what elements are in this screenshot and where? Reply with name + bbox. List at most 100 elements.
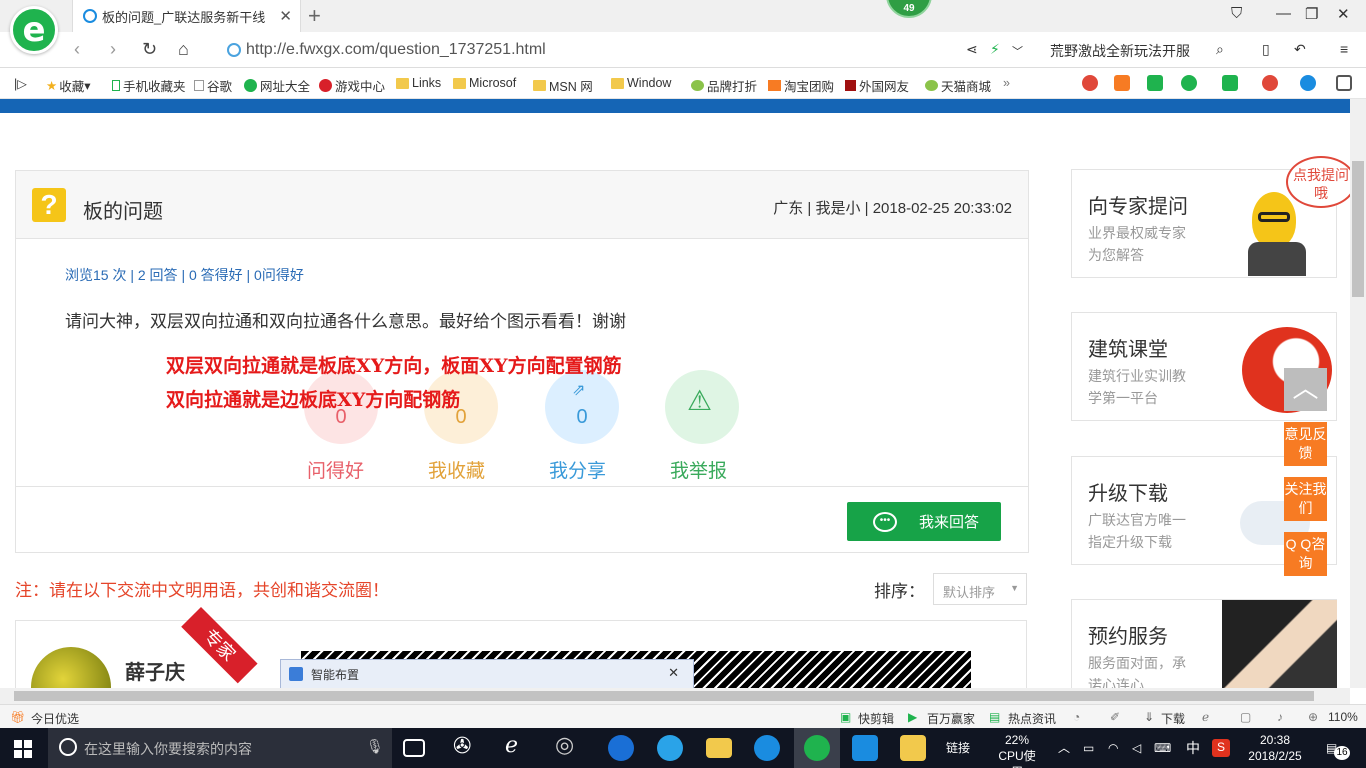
bookmark-google[interactable]: 谷歌 (194, 76, 232, 95)
hot-news-link[interactable]: 热点资讯 (1008, 710, 1056, 727)
report-button[interactable]: ⚠ (665, 370, 739, 444)
qq-consult-button[interactable]: Q Q咨询 (1284, 532, 1327, 576)
volume-icon[interactable]: ◁ (1132, 740, 1141, 756)
bookmark-links[interactable]: Links (396, 76, 441, 90)
million-winner-link[interactable]: 百万赢家 (927, 710, 975, 727)
sogou-ime-icon[interactable]: S (1212, 739, 1230, 757)
download-link[interactable]: 下载 (1161, 710, 1185, 727)
close-tab-icon[interactable]: ✕ (279, 7, 292, 25)
share-label[interactable]: 我分享 (549, 456, 606, 483)
vertical-scrollbar[interactable] (1350, 99, 1366, 688)
horizontal-scrollbar[interactable] (0, 688, 1350, 704)
ie-app-icon[interactable] (657, 735, 683, 761)
swirl-app-icon[interactable]: ◎ (555, 732, 581, 758)
task-view-icon[interactable] (403, 739, 425, 757)
feedback-button[interactable]: 意见反馈 (1284, 422, 1327, 466)
undo-icon[interactable]: ↶ (1294, 41, 1306, 58)
speed-bolt-icon[interactable]: ⚡ (990, 41, 1000, 58)
360-browser-app-icon[interactable] (804, 735, 830, 761)
pin-icon[interactable]: ✐ (1110, 710, 1120, 724)
shirt-skin-icon[interactable]: ⛉ (1231, 5, 1242, 22)
quick-edit-link[interactable]: 快剪辑 (858, 710, 894, 727)
back-to-top-button[interactable]: ︿ (1284, 368, 1327, 411)
share-icon[interactable]: ⋖ (966, 41, 978, 58)
avatar[interactable] (31, 647, 111, 688)
follow-us-button[interactable]: 关注我们 (1284, 477, 1327, 521)
bookmark-favorites[interactable]: ★ 收藏 ▾ (46, 76, 91, 95)
menu-icon[interactable]: ≡ (1340, 41, 1348, 57)
answerer-name[interactable]: 薛子庆 (125, 656, 185, 685)
apps-grid-icon[interactable] (1336, 75, 1352, 91)
windows-start-icon[interactable] (14, 740, 32, 758)
extension-red-icon[interactable] (1082, 75, 1098, 91)
restore-button[interactable]: ❐ (1305, 5, 1318, 23)
sidebar-card-appointment[interactable]: 预约服务 服务面对面，承 诺心连心 (1071, 599, 1337, 688)
bookmark-microsoft[interactable]: Microsof (453, 76, 516, 90)
ask-me-bubble[interactable]: 点我提问哦 (1286, 156, 1350, 208)
taskbar-search-box[interactable]: 在这里输入你要搜索的内容 🎙︎ (48, 728, 392, 768)
window-icon[interactable]: ▢ (1240, 710, 1251, 724)
sidebar-toggle-icon[interactable]: |▷ (14, 76, 27, 91)
more-bookmarks-icon[interactable]: » (1003, 76, 1010, 90)
pinwheel-app-icon[interactable]: ✇ (453, 733, 479, 759)
minimize-button[interactable]: — (1276, 5, 1291, 22)
browser-e-app-icon[interactable]: ℯ (505, 732, 531, 758)
sidebar-card-ask-expert[interactable]: 向专家提问 业界最权威专家 为您解答 点我提问哦 (1071, 156, 1350, 278)
report-label[interactable]: 我举报 (670, 456, 727, 483)
ie-mode-icon[interactable]: ℯ (1202, 710, 1209, 724)
speed-icon[interactable]: ◔ (1073, 710, 1080, 724)
file-explorer-icon[interactable] (706, 738, 732, 758)
glodon-app-icon[interactable] (754, 735, 780, 761)
bookmark-mobile[interactable]: 手机收藏夹 (112, 76, 186, 95)
horizontal-scroll-thumb[interactable] (14, 691, 1314, 701)
favorite-label[interactable]: 我收藏 (428, 456, 485, 483)
new-tab-button[interactable]: + (308, 3, 321, 29)
url-field[interactable]: http://e.fwxgx.com/question_1737251.html (222, 37, 1030, 63)
sort-select[interactable]: 默认排序 ▼ (933, 573, 1027, 605)
bookmark-taobao[interactable]: 淘宝团购 (768, 76, 834, 95)
forward-button[interactable]: › (110, 39, 116, 60)
battery-icon[interactable]: ▭ (1083, 740, 1094, 756)
like-label[interactable]: 问得好 (307, 456, 364, 483)
edge-app-icon[interactable] (608, 735, 634, 761)
close-window-button[interactable]: ✕ (1337, 5, 1350, 23)
answer-button[interactable]: ••• 我来回答 (847, 502, 1001, 541)
news-ticker[interactable]: 荒野激战全新玩法开服 (1050, 41, 1190, 61)
bookmark-foreign-netizens[interactable]: 外国网友 (845, 76, 909, 95)
translate-extension-icon[interactable] (1222, 75, 1238, 91)
book-extension-icon[interactable] (1147, 75, 1163, 91)
bookmark-game-center[interactable]: 游戏中心 (319, 76, 385, 95)
keyboard-icon[interactable]: ⌨ (1154, 740, 1171, 756)
browser-tab[interactable]: 板的问题_广联达服务新干线 ✕ (72, 0, 301, 32)
chevron-down-icon[interactable]: ﹀ (1012, 43, 1023, 59)
notification-badge[interactable]: 49 (886, 0, 932, 18)
notes-app-icon[interactable] (900, 735, 926, 761)
bookmark-tmall[interactable]: 天猫商城 (925, 76, 991, 95)
zoom-level[interactable]: 110% (1328, 710, 1358, 724)
ime-indicator[interactable]: 中 (1186, 740, 1200, 756)
daily-picks-link[interactable]: 今日优选 (31, 710, 79, 727)
back-button[interactable]: ‹ (74, 39, 80, 60)
links-toolbar-label[interactable]: 链接 (946, 740, 970, 756)
discount-extension-icon[interactable] (1114, 75, 1130, 91)
mobile-icon[interactable]: ▯ (1262, 41, 1270, 58)
shield-extension-icon[interactable] (1181, 75, 1197, 91)
magnifier-extension-icon[interactable] (1300, 75, 1316, 91)
bookmark-windows[interactable]: Window (611, 76, 671, 90)
microphone-icon[interactable]: 🎙︎ (366, 738, 384, 755)
browser-logo-icon[interactable]: e (10, 6, 58, 54)
share-button[interactable]: ⇗ 0 (545, 370, 619, 444)
clock[interactable]: 20:38 2018/2/25 (1245, 732, 1305, 764)
search-icon[interactable]: ⌕ (1216, 41, 1224, 58)
home-button[interactable]: ⌂ (178, 39, 189, 60)
bookmark-brand-discount[interactable]: 品牌打折 (691, 76, 757, 95)
cad-app-icon[interactable] (852, 735, 878, 761)
vertical-scroll-thumb[interactable] (1352, 161, 1364, 297)
scissors-extension-icon[interactable] (1262, 75, 1278, 91)
show-hidden-icons[interactable]: ︿ (1058, 740, 1070, 756)
bookmark-site-directory[interactable]: 网址大全 (244, 76, 310, 95)
sound-icon[interactable]: ♪ (1277, 710, 1283, 724)
bookmark-msn[interactable]: MSN 网 (533, 76, 593, 95)
wifi-icon[interactable]: ◠ (1108, 740, 1118, 756)
refresh-button[interactable]: ↻ (142, 39, 157, 60)
